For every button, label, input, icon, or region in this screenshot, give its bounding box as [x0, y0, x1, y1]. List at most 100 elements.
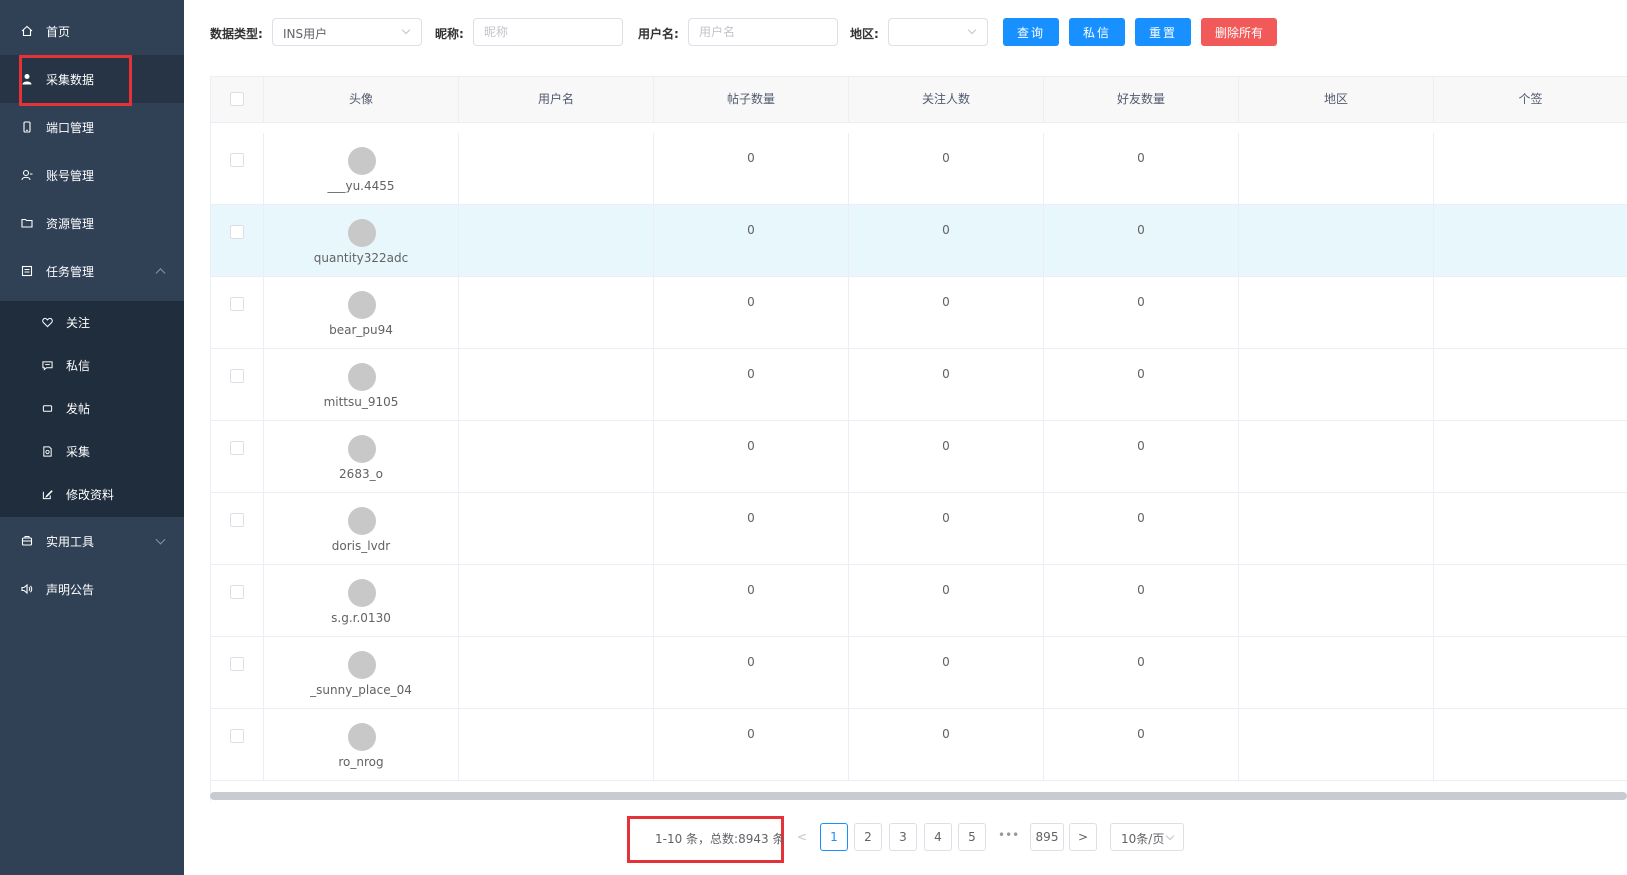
- chevron-down-icon: [1165, 831, 1175, 841]
- username-input[interactable]: [688, 18, 838, 46]
- row-checkbox[interactable]: [230, 369, 244, 383]
- friends-cell-value: 0: [1137, 439, 1145, 453]
- table-row[interactable]: 2683_o 0 0 0: [211, 421, 1627, 493]
- table-row[interactable]: s.g.r.0130 0 0 0: [211, 565, 1627, 637]
- sidebar-item-port-management[interactable]: 端口管理: [0, 103, 184, 151]
- data-table: 头像 用户名 帖子数量 关注人数 好友数量 地区 个签 ___yu.4455 0 0…: [210, 76, 1627, 801]
- table-row[interactable]: bear_pu94 0 0 0: [211, 277, 1627, 349]
- friends-cell: 0: [1044, 637, 1239, 709]
- avatar[interactable]: [347, 291, 376, 319]
- row-checkbox[interactable]: [230, 225, 244, 239]
- following-cell-value: 0: [942, 583, 950, 597]
- submenu-item-post[interactable]: 发帖: [0, 387, 184, 430]
- avatar[interactable]: [347, 579, 376, 607]
- page-button[interactable]: 1: [820, 823, 848, 851]
- avatar-username: bear_pu94: [329, 323, 393, 337]
- avatar-cell: ro_nrog: [264, 709, 459, 781]
- submenu-item-follow[interactable]: 关注: [0, 301, 184, 344]
- following-cell-value: 0: [942, 439, 950, 453]
- username-cell: [459, 565, 654, 637]
- pagination-ellipsis[interactable]: •••: [998, 828, 1019, 842]
- sidebar-item-resource-management[interactable]: 资源管理: [0, 199, 184, 247]
- page-button-last[interactable]: 895: [1030, 823, 1064, 851]
- avatar[interactable]: [347, 435, 376, 463]
- page-button[interactable]: 5: [958, 823, 986, 851]
- avatar-cell: mittsu_9105: [264, 349, 459, 421]
- avatar-username: quantity322adc: [313, 251, 409, 265]
- friends-cell: 0: [1044, 133, 1239, 205]
- following-cell: 0: [849, 421, 1044, 493]
- row-checkbox[interactable]: [230, 657, 244, 671]
- message-button[interactable]: 私信: [1069, 18, 1125, 46]
- prev-page-button[interactable]: <: [788, 823, 816, 851]
- signature-cell: [1434, 709, 1627, 781]
- row-checkbox[interactable]: [230, 441, 244, 455]
- row-checkbox[interactable]: [230, 153, 244, 167]
- avatar[interactable]: [347, 651, 376, 679]
- speaker-icon: [20, 582, 34, 596]
- select-all-checkbox[interactable]: [230, 92, 244, 106]
- row-checkbox[interactable]: [230, 297, 244, 311]
- submenu-item-edit-profile[interactable]: 修改资料: [0, 473, 184, 516]
- phone-icon: [20, 120, 34, 134]
- heart-icon: [40, 316, 54, 330]
- region-cell: [1239, 133, 1434, 205]
- table-row[interactable]: quantity322adc 0 0 0: [211, 205, 1627, 277]
- region-select[interactable]: [888, 18, 988, 46]
- avatar[interactable]: [347, 363, 376, 391]
- friends-cell-value: 0: [1137, 223, 1145, 237]
- signature-cell: [1434, 133, 1627, 205]
- posts-cell-value: 0: [747, 511, 755, 525]
- following-cell-value: 0: [942, 727, 950, 741]
- sidebar-item-task-management[interactable]: 任务管理: [0, 247, 184, 295]
- row-checkbox[interactable]: [230, 513, 244, 527]
- page-button[interactable]: 2: [854, 823, 882, 851]
- reset-button[interactable]: 重置: [1135, 18, 1191, 46]
- page-size-select[interactable]: 10条/页: [1110, 823, 1184, 851]
- avatar[interactable]: [347, 507, 376, 535]
- sidebar-item-utility-tools[interactable]: 实用工具: [0, 517, 184, 565]
- table-row[interactable]: mittsu_9105 0 0 0: [211, 349, 1627, 421]
- avatar[interactable]: [347, 147, 376, 175]
- horizontal-scrollbar[interactable]: [210, 792, 1627, 800]
- table-row[interactable]: ro_nrog 0 0 0: [211, 709, 1627, 781]
- signature-cell: [1434, 421, 1627, 493]
- posts-cell: 0: [654, 709, 849, 781]
- home-icon: [20, 24, 34, 38]
- nickname-input[interactable]: [473, 18, 623, 46]
- posts-cell: 0: [654, 565, 849, 637]
- table-row[interactable]: _sunny_place_04 0 0 0: [211, 637, 1627, 709]
- row-checkbox[interactable]: [230, 729, 244, 743]
- sidebar-item-announcement[interactable]: 声明公告: [0, 565, 184, 613]
- username-cell: [459, 709, 654, 781]
- submenu-item-label: 发帖: [66, 402, 91, 416]
- table-row[interactable]: ___yu.4455 0 0 0: [211, 133, 1627, 205]
- avatar[interactable]: [347, 723, 376, 751]
- tools-icon: [20, 534, 34, 548]
- page-button[interactable]: 3: [889, 823, 917, 851]
- chevron-down-icon: [155, 534, 166, 545]
- avatar-cell: 2683_o: [264, 421, 459, 493]
- submenu-item-collect[interactable]: 采集: [0, 430, 184, 473]
- next-page-button[interactable]: >: [1069, 823, 1097, 851]
- sidebar-item-label: 资源管理: [46, 216, 95, 231]
- row-checkbox[interactable]: [230, 585, 244, 599]
- friends-cell: 0: [1044, 205, 1239, 277]
- avatar-username: mittsu_9105: [323, 395, 399, 409]
- sidebar-item-home[interactable]: 首页: [0, 7, 184, 55]
- username-cell: [459, 133, 654, 205]
- delete-all-button[interactable]: 删除所有: [1201, 18, 1277, 46]
- sidebar-item-collected-data[interactable]: 采集数据: [0, 55, 184, 103]
- region-cell: [1239, 349, 1434, 421]
- query-button[interactable]: 查询: [1003, 18, 1059, 46]
- page-button[interactable]: 4: [924, 823, 952, 851]
- username-cell: [459, 349, 654, 421]
- collect-icon: [40, 445, 54, 459]
- table-row[interactable]: doris_lvdr 0 0 0: [211, 493, 1627, 565]
- sidebar-item-label: 首页: [46, 24, 71, 39]
- sidebar-item-account-management[interactable]: 账号管理: [0, 151, 184, 199]
- avatar[interactable]: [347, 219, 376, 247]
- submenu-item-message[interactable]: 私信: [0, 344, 184, 387]
- data-type-select[interactable]: INS用户: [272, 18, 422, 46]
- following-cell: 0: [849, 349, 1044, 421]
